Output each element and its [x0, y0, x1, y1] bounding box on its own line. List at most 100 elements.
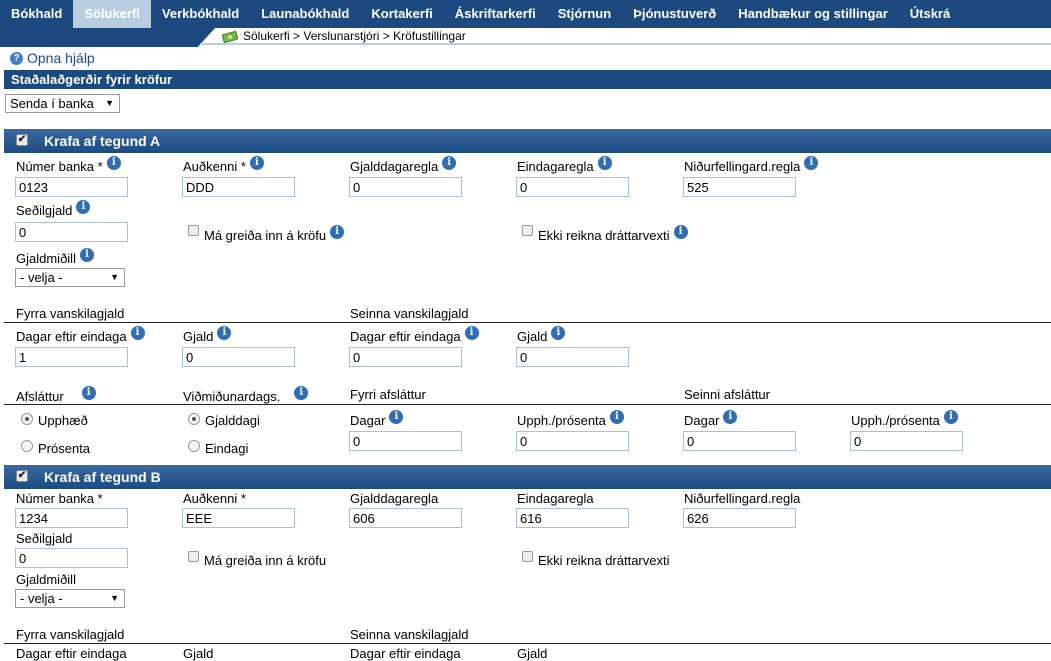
seinni-upph-a: Upph./prósenta i — [851, 410, 958, 428]
sedilgjald-b: Seðilgjald — [16, 531, 73, 546]
nidurfelling-b-input[interactable] — [683, 508, 796, 528]
help-icon: ? — [10, 51, 23, 65]
seinna-dagar-b: Dagar eftir eindaga — [350, 646, 461, 661]
upphaed-radio[interactable] — [21, 413, 33, 425]
eindagaregla-a-input[interactable] — [516, 177, 629, 197]
krafa-b-header: ✔ Krafa af tegund B — [4, 465, 1051, 489]
sedilgjald-a: Seðilgjald i — [16, 200, 91, 218]
info-icon[interactable]: i — [551, 326, 566, 340]
upphaed-label: Upphæð — [38, 413, 88, 428]
fyrri-upph-a-input[interactable] — [516, 431, 629, 451]
info-icon[interactable]: i — [804, 156, 819, 170]
gjalddagaregla-b: Gjalddagaregla — [350, 491, 439, 506]
seinna-dagar-a-input[interactable] — [349, 347, 462, 367]
tab-bokhald[interactable]: Bókhald — [0, 0, 73, 28]
info-icon[interactable]: i — [597, 156, 612, 170]
sedilgjald-a-input[interactable] — [15, 222, 128, 242]
fyrra-vanskilagjald-a: Fyrra vanskilagjald — [16, 306, 125, 321]
info-icon[interactable]: i — [79, 248, 94, 262]
info-icon[interactable]: i — [130, 326, 145, 340]
info-icon[interactable]: i — [943, 410, 958, 424]
seinna-gjald-b: Gjald — [517, 646, 548, 661]
fyrra-dagar-a: Dagar eftir eindaga i — [16, 326, 145, 344]
gjalddagi-radio[interactable] — [188, 413, 200, 425]
chevron-down-icon: ▼ — [105, 98, 114, 108]
ekki-reikna-a-checkbox[interactable] — [522, 225, 533, 236]
seinni-dagar-a-input[interactable] — [683, 431, 796, 451]
prosenta-radio[interactable] — [21, 440, 33, 452]
seinna-gjald-a: Gjald i — [517, 326, 566, 344]
fyrra-gjald-a-input[interactable] — [182, 347, 295, 367]
tab-utskra[interactable]: Útskrá — [899, 0, 961, 28]
eindagi-radio[interactable] — [188, 440, 200, 452]
audkenni-a-input[interactable] — [182, 177, 295, 197]
gjaldmidill-a: Gjaldmiðill i — [16, 248, 94, 266]
numer-banka-a-input[interactable] — [15, 177, 128, 197]
info-icon[interactable]: i — [609, 410, 624, 424]
breadcrumb-bar: Sölukerfi > Verslunarstjóri > Kröfustill… — [0, 28, 1051, 47]
ma-greida-a-checkbox[interactable] — [188, 225, 199, 236]
action-select[interactable]: Senda í banka ▼ — [5, 94, 120, 113]
tab-handbaekur[interactable]: Handbækur og stillingar — [727, 0, 899, 28]
fyrra-gjald-b: Gjald — [183, 646, 214, 661]
info-icon[interactable]: i — [106, 156, 121, 170]
tab-stjornun[interactable]: Stjórnun — [547, 0, 622, 28]
fyrra-vanskilagjald-b: Fyrra vanskilagjald — [16, 627, 125, 642]
info-icon[interactable]: i — [76, 200, 91, 214]
seinni-upph-a-input[interactable] — [850, 431, 963, 451]
divider — [4, 643, 1051, 644]
eindagaregla-b-input[interactable] — [516, 508, 629, 528]
nidurfelling-a: Niðurfellingard.regla i — [684, 156, 819, 174]
gjaldmidill-b: Gjaldmiðill — [16, 572, 76, 587]
section-title: Staðalaðgerðir fyrir kröfur — [4, 70, 1051, 89]
info-icon[interactable]: i — [389, 410, 404, 424]
breadcrumb[interactable]: Sölukerfi > Verslunarstjóri > Kröfustill… — [243, 28, 466, 44]
info-icon[interactable]: i — [294, 386, 309, 400]
info-icon[interactable]: i — [217, 326, 232, 340]
open-help-link[interactable]: ? Opna hjálp — [10, 49, 95, 67]
gjalddagaregla-a-input[interactable] — [349, 177, 462, 197]
tab-askriftarkerfi[interactable]: Áskriftarkerfi — [444, 0, 547, 28]
seinna-dagar-a: Dagar eftir eindaga i — [350, 326, 479, 344]
prosenta-label: Prósenta — [38, 441, 91, 456]
info-icon[interactable]: i — [330, 225, 345, 239]
tab-thjonustuverd[interactable]: Þjónustuverð — [622, 0, 727, 28]
tab-kortakerfi[interactable]: Kortakerfi — [360, 0, 443, 28]
ekki-reikna-b-label: Ekki reikna dráttarvexti — [538, 553, 670, 568]
gjaldmidill-b-select[interactable]: - velja - ▼ — [15, 589, 125, 608]
numer-banka-a: Númer banka * i — [16, 156, 121, 174]
nidurfelling-a-input[interactable] — [683, 177, 796, 197]
info-icon[interactable]: i — [464, 326, 479, 340]
info-icon[interactable]: i — [81, 386, 96, 400]
numer-banka-b-input[interactable] — [15, 508, 128, 528]
vidmidun-a: Viðmiðunardags. i — [183, 386, 309, 404]
fyrra-dagar-a-input[interactable] — [15, 347, 128, 367]
tab-solukerfi[interactable]: Sölukerfi — [73, 0, 151, 28]
gjalddagaregla-b-input[interactable] — [349, 508, 462, 528]
afslattur-a: Afsláttur i — [16, 386, 96, 404]
krafa-b-checkbox[interactable]: ✔ — [16, 470, 28, 482]
krafa-a-checkbox[interactable]: ✔ — [16, 134, 28, 146]
eindagaregla-b: Eindagaregla — [517, 491, 594, 506]
chevron-down-icon: ▼ — [110, 593, 119, 603]
audkenni-b-input[interactable] — [182, 508, 295, 528]
ma-greida-b-checkbox[interactable] — [188, 551, 199, 562]
gjaldmidill-a-select[interactable]: - velja - ▼ — [15, 268, 125, 287]
seinna-gjald-a-input[interactable] — [516, 347, 629, 367]
tab-launabokhald[interactable]: Launabókhald — [250, 0, 360, 28]
krafa-a-header: ✔ Krafa af tegund A — [4, 129, 1051, 153]
info-icon[interactable]: i — [723, 410, 738, 424]
info-icon[interactable]: i — [249, 156, 264, 170]
fyrri-upph-a: Upph./prósenta i — [517, 410, 624, 428]
ekki-reikna-b-checkbox[interactable] — [522, 551, 533, 562]
ekki-reikna-a-label: Ekki reikna dráttarvexti i — [538, 225, 688, 243]
info-icon[interactable]: i — [673, 225, 688, 239]
open-help-label: Opna hjálp — [27, 50, 95, 66]
fyrra-gjald-a: Gjald i — [183, 326, 232, 344]
fyrri-dagar-a-input[interactable] — [349, 431, 462, 451]
tab-verkbokhald[interactable]: Verkbókhald — [151, 0, 250, 28]
money-icon — [222, 31, 238, 43]
info-icon[interactable]: i — [442, 156, 457, 170]
seinni-afslattur-a: Seinni afsláttur — [684, 387, 770, 402]
sedilgjald-b-input[interactable] — [15, 548, 128, 568]
